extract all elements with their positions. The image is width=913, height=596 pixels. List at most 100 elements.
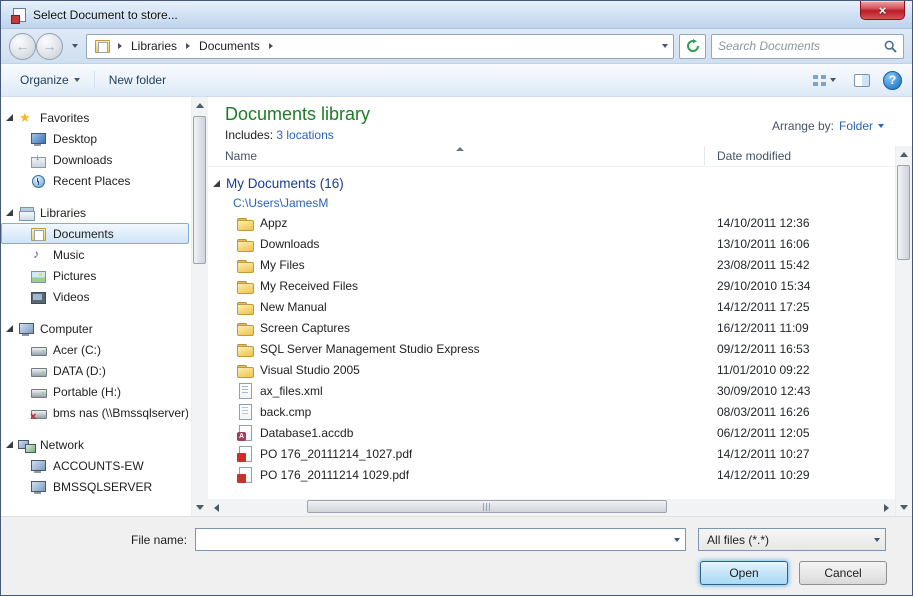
drivex-icon [30, 405, 47, 421]
file-row-sql-server-management-studio-express[interactable]: SQL Server Management Studio Express 09/… [208, 338, 895, 359]
sidebar-section-label: Libraries [40, 206, 86, 220]
scroll-track[interactable] [225, 499, 878, 516]
file-name-cell: Screen Captures [208, 320, 705, 336]
column-header-date-modified[interactable]: Date modified [705, 146, 895, 166]
pdf-icon [236, 467, 253, 483]
sidebar-item-recent-places[interactable]: Recent Places [1, 170, 189, 191]
scroll-thumb[interactable] [307, 500, 667, 513]
sidebar-item-bmssqlserver[interactable]: BMSSQLSERVER [1, 476, 189, 497]
file-row-visual-studio-2005[interactable]: Visual Studio 2005 11/01/2010 09:22 [208, 359, 895, 380]
sidebar-section: Network ACCOUNTS-EW BMSSQLSERVER [1, 434, 191, 497]
scroll-up-button[interactable] [192, 97, 208, 114]
back-button[interactable] [9, 33, 36, 60]
drive-icon [30, 384, 47, 400]
change-view-button[interactable] [808, 71, 841, 90]
file-row-ax-files-xml[interactable]: ax_files.xml 30/09/2010 12:43 [208, 380, 895, 401]
sidebar-item-acer-c[interactable]: Acer (C:) [1, 339, 189, 360]
sidebar-section: Favorites Desktop Downloads Recent Place… [1, 107, 191, 191]
scroll-thumb[interactable] [897, 165, 910, 260]
file-type-select[interactable]: All files (*.*) [698, 528, 886, 551]
horizontal-scrollbar[interactable] [208, 499, 895, 516]
group-header-my-documents[interactable]: My Documents (16) [208, 172, 895, 194]
sidebar-section-computer[interactable]: Computer [1, 318, 191, 339]
sidebar-item-portable-h[interactable]: Portable (H:) [1, 381, 189, 402]
file-row-database1-accdb[interactable]: Database1.accdb 06/12/2011 12:05 [208, 422, 895, 443]
file-row-new-manual[interactable]: New Manual 14/12/2011 17:25 [208, 296, 895, 317]
file-date: 09/12/2011 16:53 [705, 342, 895, 356]
organize-button[interactable]: Organize [11, 68, 89, 92]
sidebar-item-desktop[interactable]: Desktop [1, 128, 189, 149]
address-dropdown[interactable] [656, 44, 673, 48]
scroll-down-button[interactable] [896, 499, 912, 516]
help-button[interactable] [883, 71, 902, 90]
file-name: Visual Studio 2005 [260, 363, 360, 377]
titlebar: Select Document to store... [1, 1, 912, 29]
sidebar-item-music[interactable]: Music [1, 244, 189, 265]
collapse-icon [213, 180, 220, 187]
collapse-icon [6, 441, 13, 448]
scroll-thumb[interactable] [193, 116, 206, 264]
file-row-back-cmp[interactable]: back.cmp 08/03/2011 16:26 [208, 401, 895, 422]
sidebar-item-pictures[interactable]: Pictures [1, 265, 189, 286]
file-list-area: Name Date modified My Documents (16) [208, 146, 912, 516]
sidebar-item-label: Desktop [53, 132, 97, 146]
file-name-cell: My Files [208, 257, 705, 273]
file-type-dropdown[interactable] [868, 529, 885, 550]
sidebar-section: Computer Acer (C:) DATA (D:) Portable (H… [1, 318, 191, 423]
open-button[interactable]: Open [700, 561, 788, 585]
file-row-my-received-files[interactable]: My Received Files 29/10/2010 15:34 [208, 275, 895, 296]
column-header-name[interactable]: Name [208, 146, 705, 166]
locations-link[interactable]: 3 locations [276, 128, 333, 142]
file-row-screen-captures[interactable]: Screen Captures 16/12/2011 11:09 [208, 317, 895, 338]
scroll-track[interactable] [192, 114, 208, 499]
scroll-up-button[interactable] [896, 146, 912, 163]
file-list-scrollbar[interactable] [895, 146, 912, 516]
arrange-by-dropdown[interactable]: Folder [839, 119, 873, 133]
sidebar-item-downloads[interactable]: Downloads [1, 149, 189, 170]
scroll-down-button[interactable] [192, 499, 208, 516]
file-row-po-176-20111214-1029-pdf[interactable]: PO 176_20111214 1029.pdf 14/12/2011 10:2… [208, 464, 895, 485]
file-name-cell: ax_files.xml [208, 383, 705, 399]
address-bar[interactable]: Libraries Documents [86, 34, 674, 59]
close-button[interactable] [860, 1, 905, 20]
sidebar-item-label: bms nas (\\Bmssqlserver) (M [53, 406, 188, 420]
sidebar-section-libraries[interactable]: Libraries [1, 202, 191, 223]
scroll-right-button[interactable] [878, 499, 895, 516]
arrow-up-icon [900, 152, 908, 157]
forward-button[interactable] [36, 33, 63, 60]
nav-history-dropdown[interactable] [68, 35, 81, 57]
sidebar-item-data-d[interactable]: DATA (D:) [1, 360, 189, 381]
sidebar-item-documents[interactable]: Documents [1, 223, 189, 244]
sidebar-scrollbar[interactable] [191, 97, 208, 516]
group-path-link[interactable]: C:\Users\JamesM [233, 196, 328, 210]
file-row-my-files[interactable]: My Files 23/08/2011 15:42 [208, 254, 895, 275]
file-row-appz[interactable]: Appz 14/10/2011 12:36 [208, 212, 895, 233]
sidebar-section-network[interactable]: Network [1, 434, 191, 455]
sidebar-item-accounts-ew[interactable]: ACCOUNTS-EW [1, 455, 189, 476]
breadcrumb-item-libraries[interactable]: Libraries [126, 36, 194, 57]
preview-pane-button[interactable] [849, 70, 875, 91]
file-name-dropdown[interactable] [668, 529, 685, 550]
sidebar-section-favorites[interactable]: Favorites [1, 107, 191, 128]
search-input[interactable] [718, 39, 884, 53]
breadcrumb-item-documents[interactable]: Documents [194, 36, 277, 57]
arrow-down-icon [900, 505, 908, 510]
sidebar-item-label: ACCOUNTS-EW [53, 459, 144, 473]
views-icon [813, 75, 826, 86]
preview-pane-icon [854, 74, 870, 87]
sidebar-item-videos[interactable]: Videos [1, 286, 189, 307]
file-row-po-176-20111214-1027-pdf[interactable]: PO 176_20111214_1027.pdf 14/12/2011 10:2… [208, 443, 895, 464]
refresh-button[interactable] [679, 34, 706, 59]
chevron-down-icon [830, 78, 836, 82]
sidebar-item-bms-nas-bmssqlserver-m[interactable]: bms nas (\\Bmssqlserver) (M [1, 402, 189, 423]
file-row-downloads[interactable]: Downloads 13/10/2011 16:06 [208, 233, 895, 254]
file-name-input[interactable] [196, 533, 668, 547]
scroll-left-button[interactable] [208, 499, 225, 516]
folder-icon [236, 362, 253, 378]
new-folder-button[interactable]: New folder [100, 68, 175, 92]
scroll-track[interactable] [896, 163, 912, 499]
chevron-down-icon [662, 44, 668, 48]
file-date: 06/12/2011 12:05 [705, 426, 895, 440]
folder-icon [236, 341, 253, 357]
cancel-button[interactable]: Cancel [799, 561, 887, 585]
